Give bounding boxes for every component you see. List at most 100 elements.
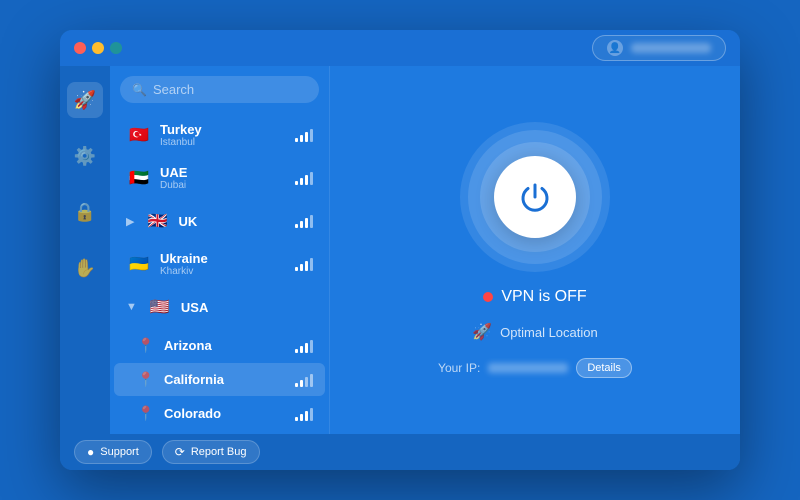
details-button[interactable]: Details	[576, 358, 632, 378]
optimal-location-label: Optimal Location	[500, 325, 598, 340]
flag-usa: 🇺🇸	[147, 294, 173, 320]
user-email	[631, 43, 711, 53]
pin-icon-colorado: 📍	[136, 405, 156, 422]
sidebar-icon-hand[interactable]: ✋	[67, 250, 103, 286]
minimize-button[interactable]	[92, 42, 104, 54]
report-bug-button[interactable]: ⟳ Report Bug	[162, 440, 260, 464]
signal-bar	[295, 224, 298, 228]
support-label: Support	[100, 446, 139, 458]
bug-icon: ⟳	[175, 445, 185, 459]
signal-bar	[300, 380, 303, 387]
server-name-usa: USA	[181, 300, 313, 315]
signal-bar	[305, 261, 308, 271]
signal-bar	[300, 264, 303, 271]
signal-bar	[300, 414, 303, 421]
signal-colorado	[295, 407, 313, 421]
optimal-location: 🚀 Optimal Location	[472, 322, 597, 342]
server-info-uae: UAE Dubai	[160, 165, 287, 191]
ip-row: Your IP: Details	[438, 358, 632, 378]
server-info-arizona: Arizona	[164, 338, 287, 353]
search-icon: 🔍	[132, 83, 147, 97]
server-city-turkey: Istanbul	[160, 137, 287, 148]
app-window: 👤 🚀 ⚙️ 🔒 ✋ 🔍 🇹🇷 Turkey	[60, 30, 740, 470]
server-item-uae[interactable]: 🇦🇪 UAE Dubai	[114, 157, 325, 199]
signal-arizona	[295, 339, 313, 353]
server-name-arizona: Arizona	[164, 338, 287, 353]
vpn-status: VPN is OFF	[483, 288, 586, 306]
signal-bar	[305, 218, 308, 228]
server-name-california: California	[164, 372, 287, 387]
server-item-usa[interactable]: ▼ 🇺🇸 USA	[114, 286, 325, 328]
power-button-outer	[460, 122, 610, 272]
signal-bar	[305, 377, 308, 387]
ip-address	[488, 363, 568, 373]
server-info-uk: UK	[178, 214, 287, 229]
signal-bar	[310, 408, 313, 421]
server-info-ukraine: Ukraine Kharkiv	[160, 251, 287, 277]
search-input[interactable]	[153, 82, 307, 97]
user-icon: 👤	[607, 40, 623, 56]
server-item-ukraine[interactable]: 🇺🇦 Ukraine Kharkiv	[114, 243, 325, 285]
main-content: 🚀 ⚙️ 🔒 ✋ 🔍 🇹🇷 Turkey Istanbul	[60, 66, 740, 434]
power-icon	[517, 179, 553, 215]
support-button[interactable]: ● Support	[74, 440, 152, 464]
right-panel: VPN is OFF 🚀 Optimal Location Your IP: D…	[330, 66, 740, 434]
signal-bar	[300, 178, 303, 185]
signal-ukraine	[295, 257, 313, 271]
server-info-colorado: Colorado	[164, 406, 287, 421]
user-badge[interactable]: 👤	[592, 35, 726, 61]
server-item-colorado[interactable]: 📍 Colorado	[114, 397, 325, 430]
server-city-ukraine: Kharkiv	[160, 266, 287, 277]
signal-bar	[295, 138, 298, 142]
support-icon: ●	[87, 445, 94, 459]
signal-turkey	[295, 128, 313, 142]
signal-bar	[310, 129, 313, 142]
flag-uk: 🇬🇧	[144, 208, 170, 234]
rocket-small-icon: 🚀	[472, 322, 492, 342]
signal-bar	[305, 411, 308, 421]
report-label: Report Bug	[191, 446, 247, 458]
vpn-status-text: VPN is OFF	[501, 288, 586, 306]
sidebar-icon-lock[interactable]: 🔒	[67, 194, 103, 230]
server-name-colorado: Colorado	[164, 406, 287, 421]
server-info-usa: USA	[181, 300, 313, 315]
server-item-uk[interactable]: ▶ 🇬🇧 UK	[114, 200, 325, 242]
signal-bar	[305, 132, 308, 142]
signal-bar	[310, 374, 313, 387]
signal-bar	[305, 343, 308, 353]
server-name-ukraine: Ukraine	[160, 251, 287, 266]
signal-bar	[310, 215, 313, 228]
bottom-bar: ● Support ⟳ Report Bug	[60, 434, 740, 470]
status-dot-off	[483, 292, 493, 302]
sidebar-icon-rocket[interactable]: 🚀	[67, 82, 103, 118]
signal-uae	[295, 171, 313, 185]
title-bar: 👤	[60, 30, 740, 66]
power-button[interactable]	[494, 156, 576, 238]
flag-uae: 🇦🇪	[126, 165, 152, 191]
flag-ukraine: 🇺🇦	[126, 251, 152, 277]
signal-bar	[310, 258, 313, 271]
server-item-california[interactable]: 📍 California	[114, 363, 325, 396]
close-button[interactable]	[74, 42, 86, 54]
signal-bar	[300, 135, 303, 142]
sidebar-icon-settings[interactable]: ⚙️	[67, 138, 103, 174]
maximize-button[interactable]	[110, 42, 122, 54]
signal-bar	[310, 340, 313, 353]
power-button-middle	[480, 142, 590, 252]
signal-bar	[295, 383, 298, 387]
signal-bar	[305, 175, 308, 185]
search-box: 🔍	[120, 76, 319, 103]
ip-label: Your IP:	[438, 361, 480, 375]
pin-icon-california: 📍	[136, 371, 156, 388]
signal-california	[295, 373, 313, 387]
server-item-arizona[interactable]: 📍 Arizona	[114, 329, 325, 362]
pin-icon-arizona: 📍	[136, 337, 156, 354]
server-info-california: California	[164, 372, 287, 387]
server-item-turkey[interactable]: 🇹🇷 Turkey Istanbul	[114, 114, 325, 156]
signal-bar	[295, 417, 298, 421]
signal-bar	[300, 346, 303, 353]
signal-uk	[295, 214, 313, 228]
server-name-uae: UAE	[160, 165, 287, 180]
signal-bar	[295, 349, 298, 353]
chevron-right-icon: ▶	[126, 215, 134, 228]
